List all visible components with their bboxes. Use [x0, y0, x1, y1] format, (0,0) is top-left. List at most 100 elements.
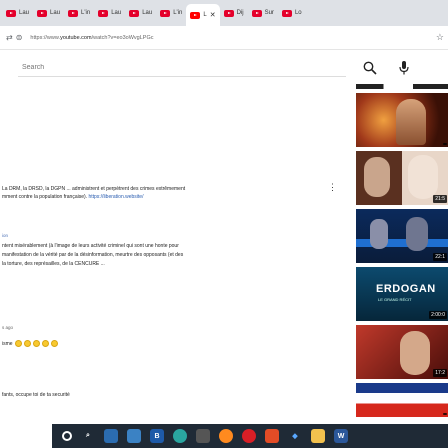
comment-2-line-3: la torture, des représailles, de la CENC… [2, 261, 105, 267]
smiley-emoji-icon [14, 340, 22, 347]
video-thumbnail-5[interactable]: 17:2 [356, 325, 448, 379]
tab-label: Dij [236, 10, 244, 16]
tab-label: Lau [142, 10, 153, 16]
comment-1-text: mment contre la population française). [2, 194, 88, 200]
tab-4[interactable]: Lau [94, 3, 125, 23]
tab-active-youtube[interactable]: L ✕ [186, 4, 220, 26]
tab-label: Sur [264, 10, 274, 16]
tab-8[interactable]: Dij [220, 3, 248, 23]
le-monde-favicon-icon [281, 9, 292, 17]
video-thumbnail-4[interactable]: ERDOGAN LE GRAND RÉCIT 2:00:0 [356, 267, 448, 321]
store-icon[interactable] [196, 429, 210, 443]
search-icon [363, 61, 377, 75]
b-app-icon[interactable]: B [150, 429, 164, 443]
comment-2-author[interactable]: ion [2, 233, 8, 238]
video-thumbnail-3[interactable]: 22:1 [356, 209, 448, 263]
media-icon[interactable] [265, 429, 279, 443]
site-settings-icon[interactable]: ⊜ [16, 33, 23, 42]
page-info-icon[interactable]: ⇄ [6, 33, 13, 42]
tab-6[interactable]: L'in [156, 3, 186, 23]
tab-label: L'in [81, 10, 91, 16]
comment-1-line-2: mment contre la population française). h… [2, 194, 143, 200]
tab-label: Lo [294, 10, 302, 16]
comment-4-text: fants, occupe toi de ta securité [2, 392, 70, 398]
edge-icon[interactable] [173, 429, 187, 443]
video-duration: 2:00:0 [429, 311, 447, 319]
person-right [406, 217, 428, 251]
more-actions-icon[interactable]: ⋮ [328, 182, 337, 193]
person-left [370, 219, 388, 249]
tab-3[interactable]: L'in [64, 3, 94, 23]
url-prefix: https://www. [30, 34, 61, 41]
face-left [364, 157, 390, 197]
tab-label: Lau [111, 10, 122, 16]
comment-1-link[interactable]: https://liberation.website/ [88, 194, 143, 200]
tab-10[interactable]: Lo [278, 3, 306, 23]
le-monde-favicon-icon [98, 9, 109, 17]
start-icon[interactable] [62, 431, 72, 441]
video-thumbnail-6[interactable] [356, 383, 448, 417]
url-path: /watch?v=eo3oWvgLPGc [91, 34, 154, 41]
smiley-emoji-icon [41, 340, 49, 347]
tab-label: L'in [173, 10, 183, 16]
bookmark-star-icon[interactable]: ☆ [436, 32, 444, 43]
person-figure [400, 331, 430, 375]
folder-icon[interactable] [311, 429, 325, 443]
firefox-icon[interactable] [219, 429, 233, 443]
comments-section: La DRM, la DRSD, la DGPN ... administren… [0, 84, 352, 424]
video-thumbnail-2[interactable]: 21:5 [356, 151, 448, 205]
address-toolbar: ⇄ ⊜ https://www.youtube.com/watch?v=eo3o… [0, 26, 448, 50]
tab-2[interactable]: Lau [33, 3, 64, 23]
video-duration [443, 143, 447, 145]
comment-3-body: isme [2, 340, 58, 347]
tab-strip: Lau Lau L'in Lau Lau L'in L ✕ Dij Sur Lo [0, 0, 448, 26]
thumbnail-title: ERDOGAN [376, 283, 436, 295]
search-icon[interactable]: ⌕ [81, 429, 95, 443]
search-input[interactable] [18, 59, 346, 77]
smiley-emoji-icon [23, 340, 31, 347]
smiley-emoji-icon [50, 340, 58, 347]
explorer-icon[interactable] [127, 429, 141, 443]
video-duration: 21:5 [433, 195, 447, 203]
le-monde-favicon-icon [223, 9, 234, 17]
address-bar[interactable]: https://www.youtube.com/watch?v=eo3oWvgL… [30, 35, 153, 41]
comment-2-line-2: manifestation de la vérité par de la dés… [2, 252, 184, 258]
le-monde-favicon-icon [251, 9, 262, 17]
recommended-videos: 21:5 22:1 ERDOGAN LE GRAND RÉCIT 2:00:0 … [356, 84, 448, 420]
taskview-icon[interactable] [104, 429, 118, 443]
taskbar: ⌕ B ◆ W [52, 424, 448, 448]
le-monde-favicon-icon [37, 9, 48, 17]
browser-window: Lau Lau L'in Lau Lau L'in L ✕ Dij Sur Lo … [0, 0, 448, 448]
video-duration: 17:2 [433, 369, 447, 377]
face-right [408, 155, 438, 199]
thumbnail-subtitle: LE GRAND RÉCIT [378, 297, 412, 302]
le-monde-favicon-icon [6, 9, 16, 17]
tab-label: Lau [19, 10, 30, 16]
word-icon[interactable]: W [334, 429, 348, 443]
video-duration: 22:1 [433, 253, 447, 261]
le-monde-favicon-icon [68, 9, 79, 17]
video-thumbnail-1[interactable] [356, 93, 448, 147]
tab-9[interactable]: Sur [248, 3, 278, 23]
tab-5[interactable]: Lau [125, 3, 156, 23]
dropbox-icon[interactable]: ◆ [288, 429, 302, 443]
url-host: youtube.com [60, 34, 92, 41]
search-button[interactable] [362, 60, 378, 76]
comment-3-text: isme [2, 340, 13, 347]
tab-label: Lau [50, 10, 61, 16]
tab-1[interactable]: Lau [2, 3, 33, 23]
comment-1-line-1: La DRM, la DRSD, la DGPN ... administren… [2, 186, 186, 192]
close-icon[interactable]: ✕ [210, 11, 216, 19]
video-thumbnail-partial[interactable] [356, 84, 448, 89]
opera-icon[interactable] [242, 429, 256, 443]
tab-label: L [203, 12, 207, 18]
comment-3-timestamp: s ago [2, 325, 14, 330]
le-monde-favicon-icon [129, 9, 140, 17]
video-duration [443, 413, 447, 415]
le-monde-favicon-icon [160, 9, 171, 17]
smiley-emoji-icon [32, 340, 40, 347]
comment-2-line-1: ntent misérablement (à l'image de leurs … [2, 243, 179, 249]
voice-search-button[interactable] [398, 60, 410, 76]
microphone-icon [399, 61, 409, 75]
person-figure [396, 99, 426, 145]
